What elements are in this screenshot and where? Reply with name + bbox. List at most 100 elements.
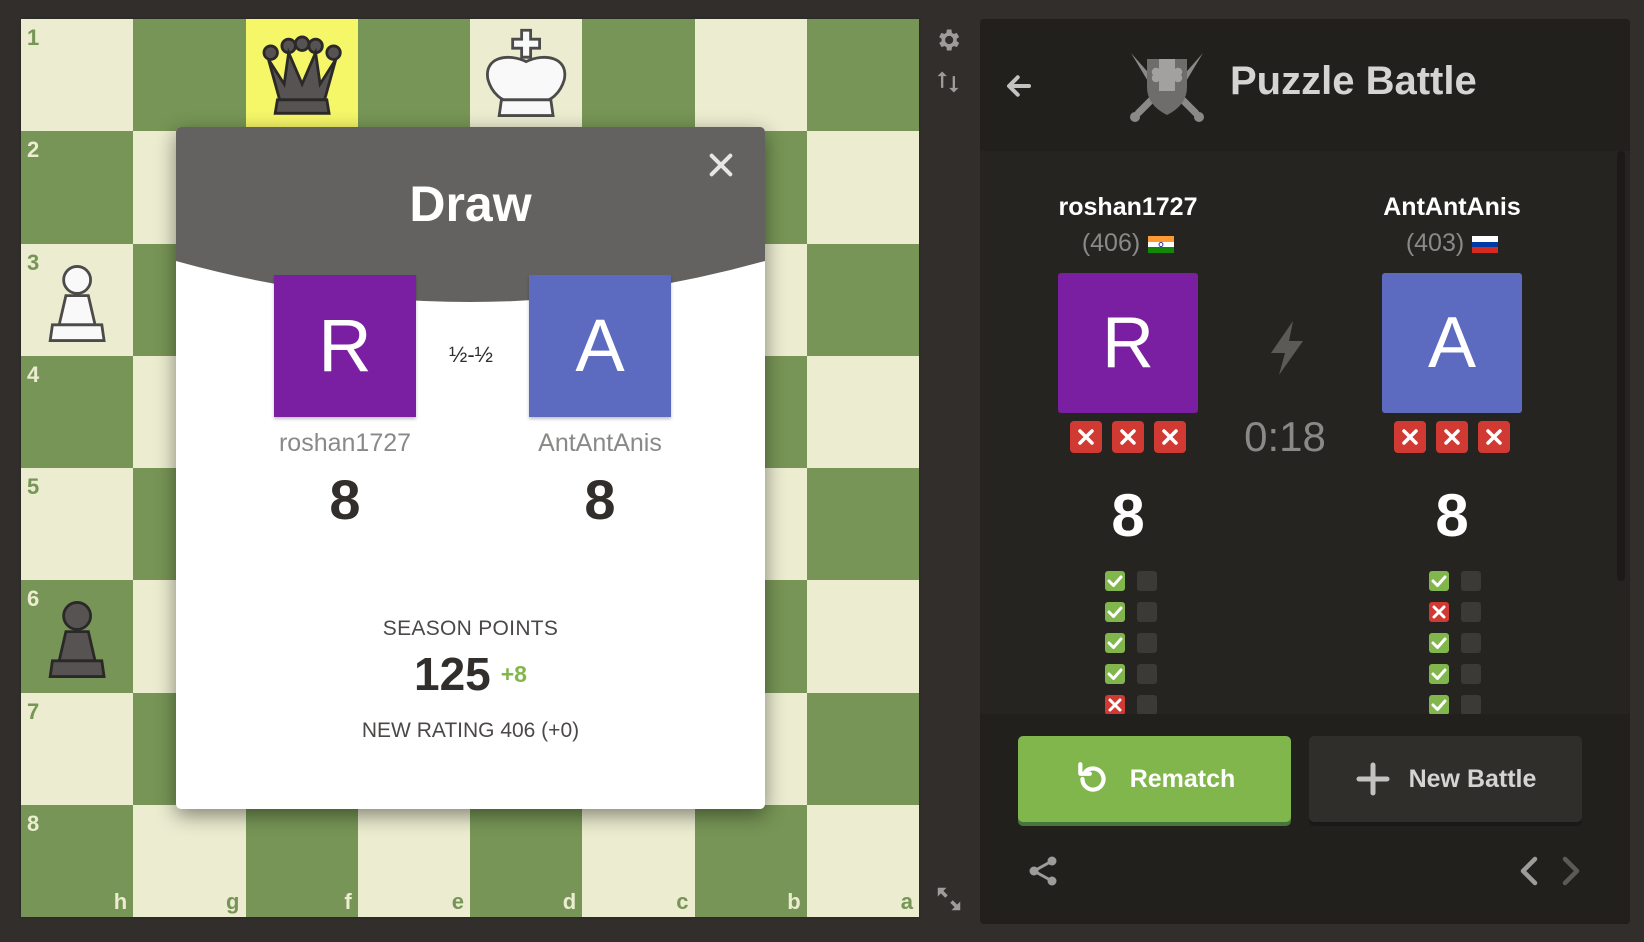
pending-slot bbox=[1461, 571, 1481, 591]
share-icon[interactable] bbox=[1026, 854, 1060, 888]
player-name: roshan1727 bbox=[1058, 193, 1198, 221]
board-square[interactable] bbox=[806, 692, 919, 805]
board-square[interactable]: 4 bbox=[21, 355, 134, 468]
pending-slot bbox=[1137, 602, 1157, 622]
file-label: b bbox=[787, 889, 801, 914]
board-square[interactable] bbox=[806, 19, 919, 132]
check-icon bbox=[1105, 664, 1125, 684]
settings-gear-icon[interactable] bbox=[934, 26, 962, 54]
modal-title: Draw bbox=[409, 176, 532, 232]
pending-slot bbox=[1137, 664, 1157, 684]
board-square[interactable]: 3 bbox=[21, 243, 134, 356]
opponent-name: AntAntAnis bbox=[1383, 193, 1521, 221]
board-square[interactable] bbox=[582, 19, 695, 132]
board-square[interactable] bbox=[806, 468, 919, 581]
opponent-rating: (403) bbox=[1405, 229, 1465, 257]
player-name: roshan1727 bbox=[278, 429, 412, 457]
check-icon bbox=[1429, 695, 1449, 714]
season-points-label: SEASON POINTS bbox=[382, 617, 559, 640]
file-label: g bbox=[226, 889, 240, 914]
white-king-piece[interactable] bbox=[470, 19, 582, 131]
board-square[interactable] bbox=[806, 355, 919, 468]
black-pawn-piece[interactable] bbox=[21, 580, 133, 692]
puzzle-result-row bbox=[1105, 602, 1165, 622]
black-queen-piece[interactable] bbox=[246, 19, 358, 131]
board-square[interactable]: 7 bbox=[21, 692, 134, 805]
board-square[interactable]: 5 bbox=[21, 468, 134, 581]
expand-icon[interactable] bbox=[934, 884, 964, 914]
puzzle-result-row bbox=[1105, 633, 1165, 653]
white-pawn-piece[interactable] bbox=[21, 244, 133, 356]
puzzle-result-row bbox=[1429, 602, 1489, 622]
board-square[interactable]: c bbox=[582, 804, 695, 917]
pending-slot bbox=[1137, 571, 1157, 591]
board-square[interactable] bbox=[357, 19, 470, 132]
file-label: c bbox=[676, 889, 689, 914]
strike-x-icon bbox=[1112, 421, 1144, 453]
strike-x-icon bbox=[1478, 421, 1510, 453]
opponent-avatar: A bbox=[529, 275, 671, 417]
player-score: 8 bbox=[329, 468, 361, 531]
check-icon bbox=[1105, 633, 1125, 653]
board-square[interactable] bbox=[806, 580, 919, 693]
opponent-rating-row: (403) bbox=[1342, 229, 1562, 258]
panel-title: Puzzle Battle bbox=[1230, 59, 1477, 103]
board-square[interactable]: b bbox=[694, 804, 807, 917]
pending-slot bbox=[1461, 664, 1481, 684]
board-square[interactable]: 1 bbox=[21, 19, 134, 132]
pending-slot bbox=[1137, 695, 1157, 714]
opponent-avatar: A bbox=[1382, 273, 1522, 413]
x-icon bbox=[1429, 602, 1449, 622]
x-icon bbox=[1105, 695, 1125, 714]
board-square[interactable]: d bbox=[470, 804, 583, 917]
rank-label: 4 bbox=[27, 361, 40, 387]
file-label: a bbox=[900, 889, 913, 914]
game-over-modal: Draw R A ½-½ roshan1727 AntAntAnis 8 8 S… bbox=[176, 127, 765, 809]
season-points-delta: +8 bbox=[500, 660, 527, 687]
board-square[interactable] bbox=[806, 131, 919, 244]
new-battle-button[interactable]: New Battle bbox=[1309, 736, 1582, 822]
rank-label: 8 bbox=[27, 810, 40, 836]
player-puzzle-results bbox=[1105, 571, 1165, 714]
chevron-right-icon[interactable] bbox=[1557, 854, 1585, 888]
player-avatar: R bbox=[1058, 273, 1198, 413]
close-icon[interactable] bbox=[705, 149, 737, 181]
new-battle-label: New Battle bbox=[1408, 764, 1537, 793]
file-label: e bbox=[451, 889, 464, 914]
board-square[interactable] bbox=[806, 243, 919, 356]
player-rating-row: (406) bbox=[1018, 229, 1238, 258]
board-square[interactable] bbox=[694, 19, 807, 132]
board-square[interactable] bbox=[133, 19, 246, 132]
check-icon bbox=[1429, 633, 1449, 653]
board-square[interactable]: a bbox=[806, 804, 919, 917]
pending-slot bbox=[1137, 633, 1157, 653]
season-points-row: 125 +8 bbox=[176, 647, 765, 701]
scrollbar[interactable] bbox=[1617, 151, 1625, 581]
puzzle-result-row bbox=[1105, 695, 1165, 714]
board-square[interactable]: e bbox=[357, 804, 470, 917]
chevron-left-icon[interactable] bbox=[1515, 854, 1543, 888]
rank-label: 1 bbox=[27, 25, 40, 50]
board-square[interactable]: 6 bbox=[21, 580, 134, 693]
board-square[interactable] bbox=[470, 19, 583, 132]
puzzle-result-row bbox=[1429, 664, 1489, 684]
board-square[interactable]: 2 bbox=[21, 131, 134, 244]
board-square[interactable]: g bbox=[133, 804, 246, 917]
board-square[interactable]: f bbox=[245, 804, 358, 917]
lightning-bolt-icon bbox=[1265, 321, 1309, 375]
player-strikes bbox=[1058, 421, 1198, 453]
back-arrow-icon[interactable] bbox=[1004, 71, 1034, 101]
pending-slot bbox=[1461, 695, 1481, 714]
board-square[interactable] bbox=[245, 19, 358, 132]
check-icon bbox=[1105, 571, 1125, 591]
rank-label: 2 bbox=[27, 137, 40, 163]
rematch-button[interactable]: Rematch bbox=[1018, 736, 1291, 822]
strike-x-icon bbox=[1070, 421, 1102, 453]
opponent-name: AntAntAnis bbox=[538, 429, 662, 457]
season-points-value: 125 bbox=[414, 648, 491, 700]
board-square[interactable]: 8h bbox=[21, 804, 134, 917]
file-label: h bbox=[113, 889, 128, 914]
flip-board-icon[interactable] bbox=[934, 68, 962, 96]
battle-timer: 0:18 bbox=[1244, 413, 1326, 460]
game-result: ½-½ bbox=[448, 342, 494, 367]
